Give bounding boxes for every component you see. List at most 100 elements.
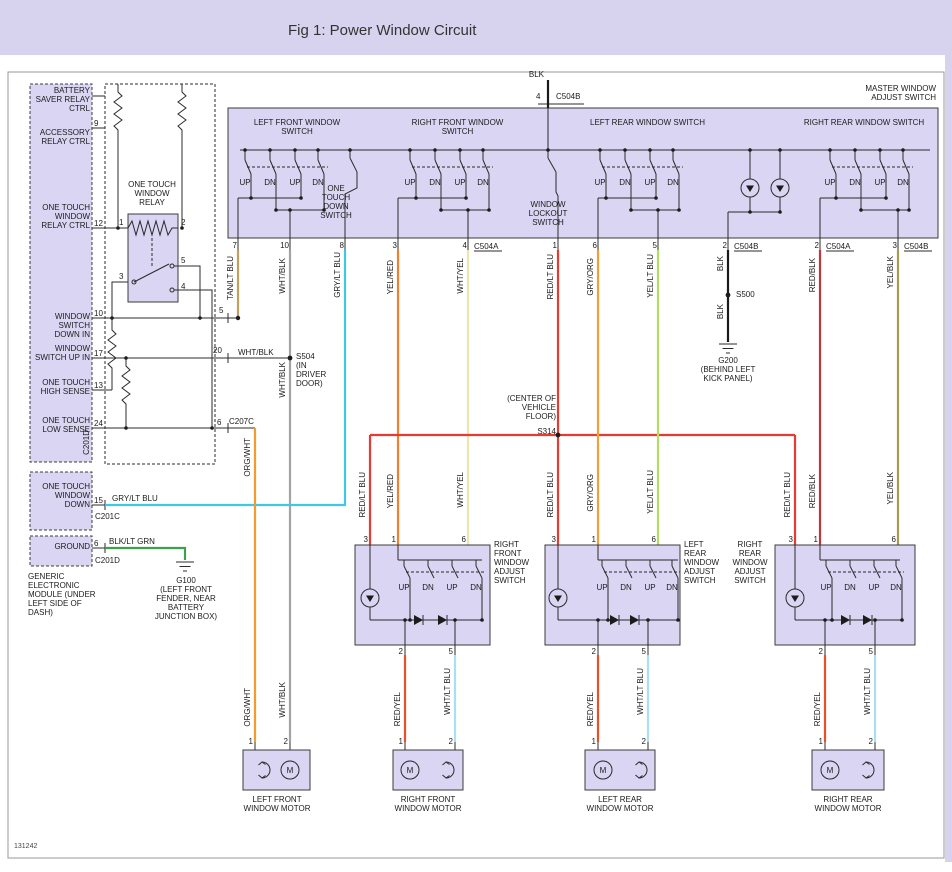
ground-location: (BEHIND LEFT KICK PANEL) <box>694 365 762 383</box>
gem-pin-label: ONE TOUCH WINDOW DOWN <box>32 482 90 509</box>
pin-number: 5 <box>181 256 185 265</box>
pin-number: 1 <box>815 737 823 746</box>
gem-pin-label: ACCESSORY RELAY CTRL <box>32 128 90 146</box>
section-label: LEFT REAR WINDOW SWITCH <box>585 118 710 127</box>
connector-label: C207C <box>229 417 261 426</box>
splice-location: (CENTER OF VEHICLE FLOOR) <box>498 394 556 421</box>
one-touch-down-switch-label: ONE TOUCH DOWN SWITCH <box>317 184 355 220</box>
wire-label: WHT/LT BLU <box>636 668 645 715</box>
motor-letter: M <box>600 766 607 775</box>
wire-label: GRY/LT BLU <box>112 494 160 503</box>
motor-label: RIGHT REAR WINDOW MOTOR <box>808 795 888 813</box>
splice-s314 <box>556 433 561 438</box>
wire-label: WHT/LT BLU <box>443 668 452 715</box>
dn-label: DN <box>617 178 633 187</box>
pin-number: 1 <box>395 737 403 746</box>
switch-label: RIGHT REAR WINDOW ADJUST SWITCH <box>728 540 772 586</box>
pin-number: 7 <box>227 241 237 250</box>
pin-number: 6 <box>648 535 656 544</box>
wire-label: BLK <box>520 70 544 79</box>
pin-number: 2 <box>865 737 873 746</box>
connector-label: C504B <box>904 242 936 251</box>
splice-label: S314 <box>498 427 556 436</box>
gem-pin-label: BATTERY SAVER RELAY CTRL <box>32 86 90 113</box>
pin-number: 12 <box>94 219 103 228</box>
pin-number: 1 <box>588 535 596 544</box>
switch-label: LEFT REAR WINDOW ADJUST SWITCH <box>684 540 726 586</box>
connector-label: C201D <box>95 556 120 565</box>
pin-number: 5 <box>219 306 223 315</box>
dn-label: DN <box>665 178 681 187</box>
dn-label: DN <box>847 178 863 187</box>
wire-label: RED/BLK <box>808 258 817 292</box>
wire-label: GRY/ORG <box>586 474 595 512</box>
left-rear-adjust-switch <box>545 545 680 655</box>
splice-label: S504 <box>296 352 315 361</box>
wire-label: RED/BLK <box>808 474 817 508</box>
wire-label: RED/LT BLU <box>546 254 555 300</box>
relay-label: ONE TOUCH WINDOW RELAY <box>122 180 182 207</box>
wire-label: RED/YEL <box>393 692 402 726</box>
connector-label: C201C <box>95 512 120 521</box>
up-label: UP <box>592 178 608 187</box>
pin-number: 5 <box>865 647 873 656</box>
gem-pin-label: WINDOW SWITCH DOWN IN <box>32 312 90 339</box>
pin-number: 2 <box>181 218 185 227</box>
wire-label: BLK <box>716 256 725 271</box>
right-front-adjust-switch <box>355 545 490 655</box>
pin-number: 9 <box>94 119 98 128</box>
up-label: UP <box>402 178 418 187</box>
connector-label: C504A <box>474 242 506 251</box>
dn-label: DN <box>842 583 858 592</box>
pin-number: 5 <box>638 647 646 656</box>
up-label: UP <box>452 178 468 187</box>
motor-letter: M <box>407 766 414 775</box>
up-label: UP <box>396 583 412 592</box>
pin-number: 2 <box>638 737 646 746</box>
lockout-switch-label: WINDOW LOCKOUT SWITCH <box>518 200 578 227</box>
motor-label: LEFT FRONT WINDOW MOTOR <box>237 795 317 813</box>
pin-number: 2 <box>815 647 823 656</box>
pin-number: 3 <box>119 272 123 281</box>
up-label: UP <box>594 583 610 592</box>
pin-number: 1 <box>245 737 253 746</box>
pin-number: 1 <box>810 535 818 544</box>
pin-number: 2 <box>445 737 453 746</box>
dn-label: DN <box>895 178 911 187</box>
pin-number: 6 <box>94 539 98 548</box>
up-label: UP <box>866 583 882 592</box>
section-label: RIGHT REAR WINDOW SWITCH <box>800 118 928 127</box>
pin-number: 3 <box>785 535 793 544</box>
pin-number: 3 <box>387 241 397 250</box>
pin-number: 3 <box>548 535 556 544</box>
up-label: UP <box>818 583 834 592</box>
wire-label: BLK/LT GRN <box>109 537 157 546</box>
wire-label: RED/LT BLU <box>358 472 367 518</box>
wire-label: RED/LT BLU <box>546 472 555 518</box>
wire-label: BLK <box>716 304 725 319</box>
master-switch-label: MASTER WINDOW ADJUST SWITCH <box>846 84 936 102</box>
pin-number: 6 <box>587 241 597 250</box>
pin-number: 17 <box>94 349 103 358</box>
dn-label: DN <box>618 583 634 592</box>
wire-label: YEL/LT BLU <box>646 254 655 298</box>
up-label: UP <box>444 583 460 592</box>
pin-number: 5 <box>647 241 657 250</box>
connector-label: C504B <box>734 242 766 251</box>
pin-number: 1 <box>119 218 123 227</box>
gem-pin-label: GROUND <box>32 542 90 551</box>
dn-label: DN <box>310 178 326 187</box>
wire-label: YEL/RED <box>386 474 395 508</box>
switch-label: RIGHT FRONT WINDOW ADJUST SWITCH <box>494 540 540 586</box>
wire-label: TAN/LT BLU <box>226 256 235 300</box>
ground-label: G200 <box>702 356 754 365</box>
wire-label: RED/LT BLU <box>783 472 792 518</box>
connector-label: C504B <box>556 92 586 101</box>
wire-label: RED/YEL <box>813 692 822 726</box>
section-label: RIGHT FRONT WINDOW SWITCH <box>395 118 520 136</box>
gem-pin-label: WINDOW SWITCH UP IN <box>32 344 90 362</box>
up-label: UP <box>872 178 888 187</box>
wire-label: WHT/BLK <box>238 348 278 357</box>
section-label: LEFT FRONT WINDOW SWITCH <box>237 118 357 136</box>
wire-label: ORG/WHT <box>243 688 252 727</box>
